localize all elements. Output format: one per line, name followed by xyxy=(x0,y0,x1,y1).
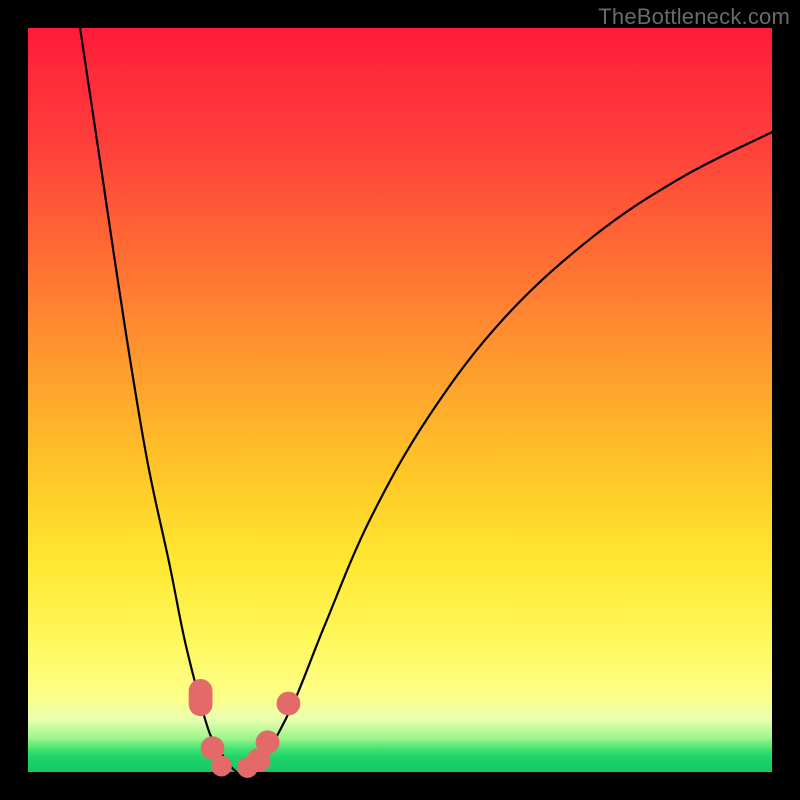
curve-markers xyxy=(189,679,301,778)
marker-lozenge xyxy=(189,679,213,716)
marker-dot xyxy=(256,730,280,754)
marker-dot xyxy=(277,692,301,716)
curve-right xyxy=(251,132,772,772)
chart-frame: TheBottleneck.com xyxy=(0,0,800,800)
chart-svg-layer xyxy=(28,28,772,772)
watermark-text: TheBottleneck.com xyxy=(598,4,790,30)
marker-dot xyxy=(211,756,232,777)
curve-left xyxy=(80,28,236,772)
chart-plot-area xyxy=(28,28,772,772)
